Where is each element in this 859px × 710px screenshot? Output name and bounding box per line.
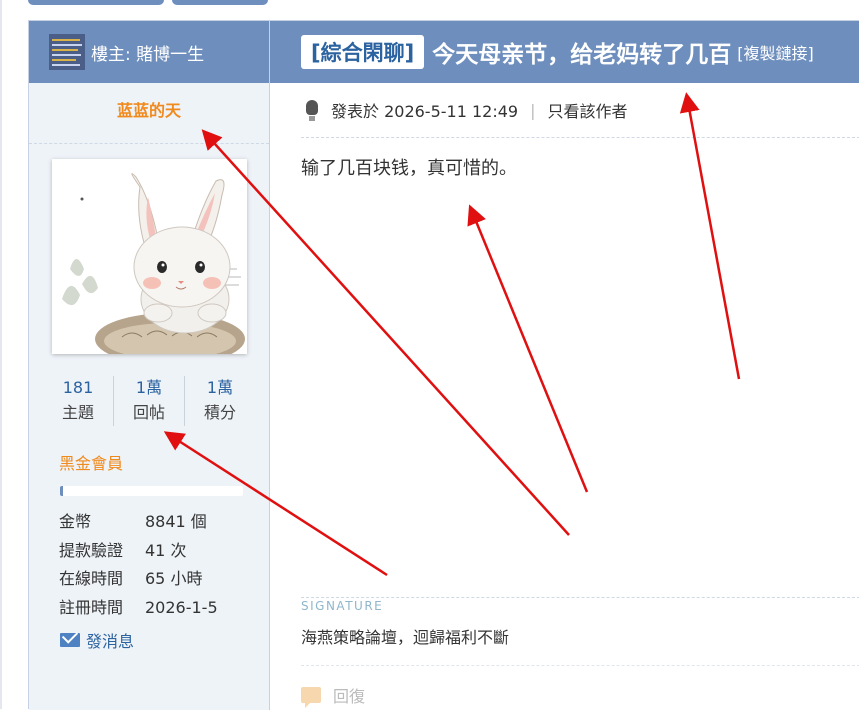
- info-row-online-time: 在線時間 65 小時: [59, 565, 269, 594]
- stat-threads[interactable]: 181 主題: [43, 376, 114, 426]
- mail-icon: [60, 633, 80, 647]
- copy-link-button[interactable]: [複製鏈接]: [737, 40, 814, 64]
- stat-value: 1萬: [135, 378, 163, 397]
- only-author-link[interactable]: 只看該作者: [547, 98, 627, 122]
- author-header: 樓主: 賭博一生: [29, 21, 269, 83]
- top-tab[interactable]: [172, 0, 268, 5]
- post-main: [綜合閑聊] 今天母亲节，给老妈转了几百 [複製鏈接] 發表於 2026-5-1…: [270, 21, 859, 710]
- thread-header: [綜合閑聊] 今天母亲节，给老妈转了几百 [複製鏈接]: [270, 21, 859, 83]
- info-value: 41 次: [145, 540, 187, 560]
- info-key: 金幣: [59, 512, 92, 531]
- meta-separator: |: [530, 100, 536, 120]
- post-meta: 發表於 2026-5-11 12:49 | 只看該作者: [301, 83, 859, 138]
- category-tag[interactable]: [綜合閑聊]: [301, 35, 425, 69]
- owner-avatar-thumbnail[interactable]: [49, 34, 85, 70]
- info-key: 在線時間: [59, 569, 124, 588]
- send-message-link[interactable]: 發消息: [60, 628, 269, 652]
- signature-divider: [301, 597, 859, 598]
- author-username[interactable]: 蓝蓝的天: [29, 83, 269, 144]
- reply-label: 回復: [333, 687, 366, 706]
- author-sidebar: 樓主: 賭博一生 蓝蓝的天 181 主題 1萬 回帖 1萬 積分 黑金會員 金幣…: [29, 21, 270, 710]
- stat-label: 回帖: [132, 403, 165, 422]
- reply-button[interactable]: 回復: [301, 683, 366, 708]
- info-value: 2026-1-5: [145, 597, 218, 617]
- member-rank[interactable]: 黑金會員: [59, 450, 269, 474]
- reply-icon: [301, 687, 321, 708]
- top-tab[interactable]: [28, 0, 164, 5]
- thread-title: 今天母亲节，给老妈转了几百: [432, 42, 732, 68]
- stat-value: 1萬: [206, 378, 234, 397]
- reply-divider: [301, 665, 859, 666]
- stat-label: 主題: [61, 403, 94, 422]
- stat-replies[interactable]: 1萬 回帖: [114, 376, 185, 426]
- author-info: 金幣 8841 個 提款驗證 41 次 在線時間 65 小時 註冊時間 2026…: [59, 508, 269, 622]
- rabbit-avatar-image: [51, 159, 247, 354]
- stat-value: 181: [62, 378, 94, 397]
- signature-label: SIGNATURE: [301, 599, 384, 613]
- forum-post: 樓主: 賭博一生 蓝蓝的天 181 主題 1萬 回帖 1萬 積分 黑金會員 金幣…: [28, 20, 859, 710]
- stat-label: 積分: [203, 403, 236, 422]
- signature-text: 海燕策略論壇，迴歸福利不斷: [301, 628, 510, 647]
- info-row-coins: 金幣 8841 個: [59, 508, 269, 537]
- info-value: 8841 個: [145, 512, 207, 531]
- post-content: 输了几百块钱，真可惜的。: [301, 158, 517, 179]
- send-message-label: 發消息: [86, 632, 135, 651]
- bulb-icon: [301, 97, 323, 123]
- post-time: 發表於 2026-5-11 12:49: [331, 102, 519, 121]
- thread-owner-label: 樓主: 賭博一生: [91, 44, 205, 65]
- avatar[interactable]: [51, 159, 247, 354]
- info-key: 註冊時間: [59, 597, 124, 617]
- page-edge: [0, 0, 2, 709]
- rank-progress-bar: [60, 486, 243, 496]
- info-row-withdrawals: 提款驗證 41 次: [59, 537, 269, 566]
- author-stats: 181 主題 1萬 回帖 1萬 積分: [29, 376, 269, 426]
- info-key: 提款驗證: [59, 540, 124, 560]
- info-row-register-date: 註冊時間 2026-1-5: [59, 594, 269, 623]
- info-value: 65 小時: [145, 569, 203, 588]
- stat-points[interactable]: 1萬 積分: [185, 376, 255, 426]
